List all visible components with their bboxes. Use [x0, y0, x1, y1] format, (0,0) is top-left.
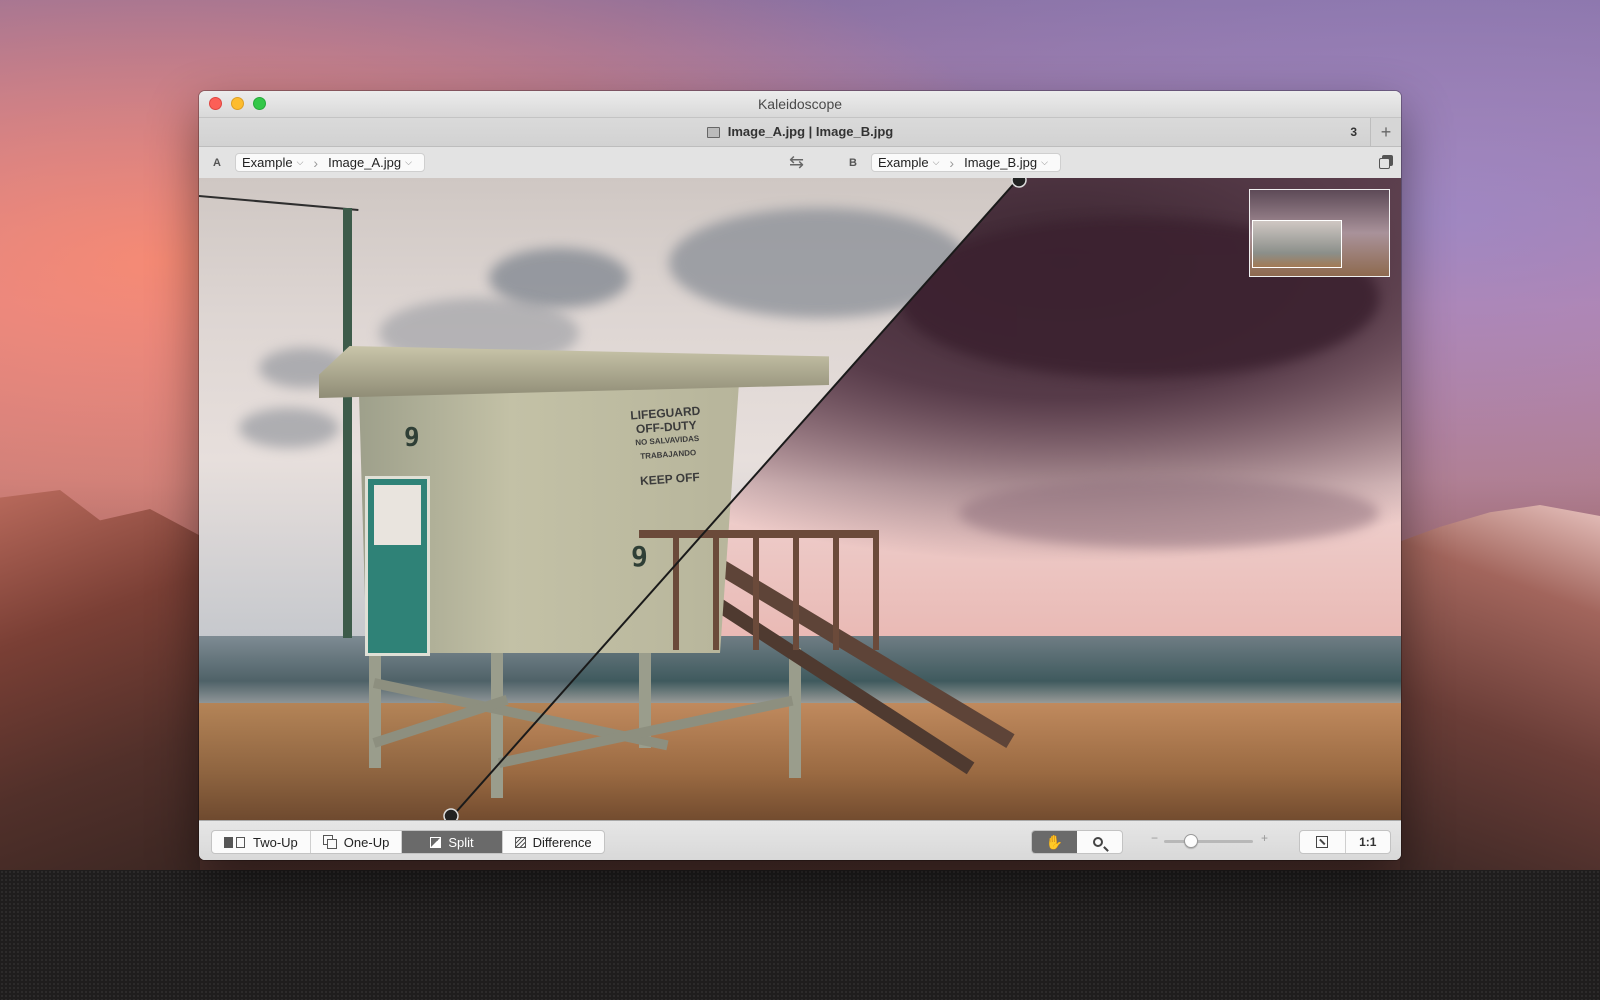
- tower-leg: [369, 648, 381, 768]
- lifeguard-sign: LIFEGUARD OFF-DUTY NO SALVAVIDAS TRABAJA…: [605, 402, 733, 530]
- utility-pole: [343, 208, 352, 638]
- sign-line: KEEP OFF: [639, 469, 701, 489]
- tool-control: ✋: [1031, 830, 1123, 854]
- difference-label: Difference: [532, 834, 592, 850]
- chevron-down-icon[interactable]: ⌵: [1041, 157, 1048, 168]
- side-b-label: B: [849, 157, 857, 169]
- app-window: Kaleidoscope Image_A.jpg | Image_B.jpg 3…: [199, 91, 1401, 860]
- image-file-icon: [706, 126, 720, 138]
- side-a-breadcrumb: Example ⌵ › Image_A.jpg ⌵: [235, 153, 425, 172]
- tab-title: Image_A.jpg | Image_B.jpg: [727, 124, 894, 139]
- navigator-thumbnail[interactable]: [1249, 189, 1390, 277]
- copy-icon[interactable]: [1379, 155, 1393, 169]
- zoom-button[interactable]: [253, 97, 266, 110]
- wallpaper-mountains-right: [1400, 505, 1600, 870]
- split-button[interactable]: Split: [402, 831, 503, 853]
- close-button[interactable]: [209, 97, 222, 110]
- magnifier-icon: [1093, 837, 1103, 847]
- difference-button[interactable]: Difference: [503, 831, 604, 853]
- one-up-button[interactable]: One-Up: [311, 831, 403, 853]
- cloud: [239, 408, 339, 448]
- hand-tool-button[interactable]: ✋: [1032, 831, 1077, 853]
- split-label: Split: [448, 834, 474, 850]
- tower-number: 9: [631, 540, 648, 573]
- bottom-toolbar: Two-Up One-Up Split Difference ✋ − + 1:1: [199, 820, 1401, 860]
- tab-count-badge: 3: [1350, 125, 1357, 139]
- difference-icon: [514, 836, 526, 848]
- chevron-down-icon[interactable]: ⌵: [405, 157, 412, 168]
- zoom-in-icon[interactable]: +: [1261, 831, 1268, 845]
- split-icon: [430, 836, 442, 848]
- one-up-icon: [322, 835, 337, 849]
- add-tab-button[interactable]: +: [1370, 118, 1401, 146]
- fit-to-window-button[interactable]: [1300, 831, 1346, 853]
- wallpaper-mountains-left: [0, 490, 200, 870]
- tab-bar: Image_A.jpg | Image_B.jpg 3 +: [199, 117, 1401, 147]
- desktop-floor: [0, 870, 1600, 1000]
- side-b-folder[interactable]: Example: [878, 155, 929, 170]
- expand-icon: [1316, 836, 1329, 848]
- path-bar: A Example ⌵ › Image_A.jpg ⌵ ⇆ B Example …: [199, 147, 1401, 180]
- side-a-folder[interactable]: Example: [242, 155, 293, 170]
- two-up-label: Two-Up: [253, 834, 298, 850]
- warning-poster: [365, 476, 430, 656]
- chevron-down-icon[interactable]: ⌵: [297, 157, 304, 168]
- zoom-out-icon[interactable]: −: [1151, 831, 1158, 845]
- side-b-breadcrumb: Example ⌵ › Image_B.jpg ⌵: [871, 153, 1061, 172]
- zoom-slider-thumb[interactable]: [1183, 834, 1198, 848]
- hand-icon: ✋: [1045, 833, 1064, 850]
- navigator-viewport[interactable]: [1252, 220, 1342, 268]
- tower-number: 9: [404, 423, 420, 453]
- one-up-label: One-Up: [343, 834, 390, 850]
- window-title: Kaleidoscope: [757, 96, 843, 112]
- window-controls: [209, 97, 266, 110]
- side-a-file[interactable]: Image_A.jpg: [328, 155, 401, 170]
- swap-sides-icon[interactable]: ⇆: [789, 152, 804, 173]
- tower-leg: [491, 648, 503, 798]
- two-up-button[interactable]: Two-Up: [212, 831, 311, 853]
- two-up-icon: [224, 836, 246, 848]
- side-b-file[interactable]: Image_B.jpg: [964, 155, 1037, 170]
- view-mode-control: Two-Up One-Up Split Difference: [211, 830, 605, 854]
- chevron-right-icon: ›: [313, 154, 319, 171]
- tower-deck-railing: [639, 530, 879, 650]
- actual-size-button[interactable]: 1:1: [1346, 831, 1391, 853]
- zoom-slider-track[interactable]: [1164, 840, 1253, 843]
- cloud: [959, 478, 1379, 548]
- tab-comparison[interactable]: Image_A.jpg | Image_B.jpg: [706, 118, 894, 146]
- chevron-right-icon: ›: [949, 154, 955, 171]
- fit-control: 1:1: [1299, 830, 1391, 854]
- minimize-button[interactable]: [231, 97, 244, 110]
- image-viewer[interactable]: 9 9 LIFEGUARD OFF-DUTY NO SALVAVIDAS TRA…: [199, 178, 1401, 820]
- chevron-down-icon[interactable]: ⌵: [933, 157, 940, 168]
- tower-leg: [789, 648, 801, 778]
- side-a-label: A: [213, 157, 221, 169]
- title-bar: Kaleidoscope: [199, 91, 1401, 117]
- zoom-tool-button[interactable]: [1077, 831, 1122, 853]
